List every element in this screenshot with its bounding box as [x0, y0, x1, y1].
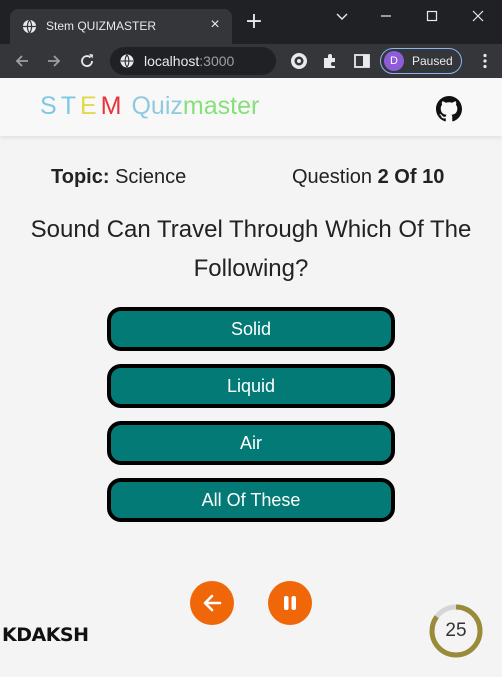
- topic-value: Science: [115, 166, 187, 188]
- topic: Topic: Science: [51, 166, 187, 188]
- globe-icon: [22, 19, 37, 34]
- option-button[interactable]: Liquid: [107, 364, 395, 408]
- tab-title: Stem QUIZMASTER: [46, 19, 157, 33]
- timer-value: 25: [445, 620, 467, 641]
- watermark: KDAKSH: [2, 624, 89, 646]
- chevron-down-icon[interactable]: [330, 6, 354, 26]
- profile-button[interactable]: D Paused: [380, 48, 462, 74]
- option-button[interactable]: All Of These: [107, 478, 395, 522]
- back-icon[interactable]: [12, 51, 32, 71]
- browser-toolbar: localhost:3000 D Paused: [0, 44, 502, 78]
- site-info-icon[interactable]: [120, 54, 134, 68]
- side-panel-icon[interactable]: [353, 52, 371, 70]
- new-tab-icon[interactable]: +: [244, 11, 264, 33]
- address-bar[interactable]: localhost:3000: [110, 47, 276, 75]
- app-header: STEM Quizmaster: [0, 78, 502, 136]
- browser-tab[interactable]: Stem QUIZMASTER ×: [10, 9, 232, 44]
- browser-titlebar: Stem QUIZMASTER × +: [0, 0, 502, 44]
- profile-status: Paused: [412, 54, 453, 68]
- github-icon[interactable]: [436, 96, 462, 122]
- maximize-icon[interactable]: [420, 6, 444, 26]
- url-text: localhost:3000: [144, 53, 235, 69]
- close-window-icon[interactable]: [466, 6, 490, 26]
- pause-button[interactable]: [268, 581, 312, 625]
- previous-button[interactable]: [190, 581, 234, 625]
- reload-icon[interactable]: [77, 51, 97, 71]
- more-options-icon[interactable]: [476, 52, 494, 70]
- option-button[interactable]: Air: [107, 421, 395, 465]
- minimize-icon[interactable]: [374, 6, 398, 26]
- extension-icon[interactable]: [290, 52, 308, 70]
- avatar: D: [384, 51, 404, 71]
- pause-icon: [284, 596, 296, 610]
- close-tab-icon[interactable]: ×: [206, 16, 224, 34]
- arrow-left-icon: [203, 594, 222, 612]
- question-text: Sound Can Travel Through Which Of The Fo…: [30, 216, 472, 282]
- forward-icon[interactable]: [44, 51, 64, 71]
- question-counter: Question 2 Of 10: [292, 166, 445, 188]
- app-logo[interactable]: STEM Quizmaster: [40, 92, 259, 121]
- option-button[interactable]: Solid: [107, 307, 395, 351]
- puzzle-icon[interactable]: [321, 52, 339, 70]
